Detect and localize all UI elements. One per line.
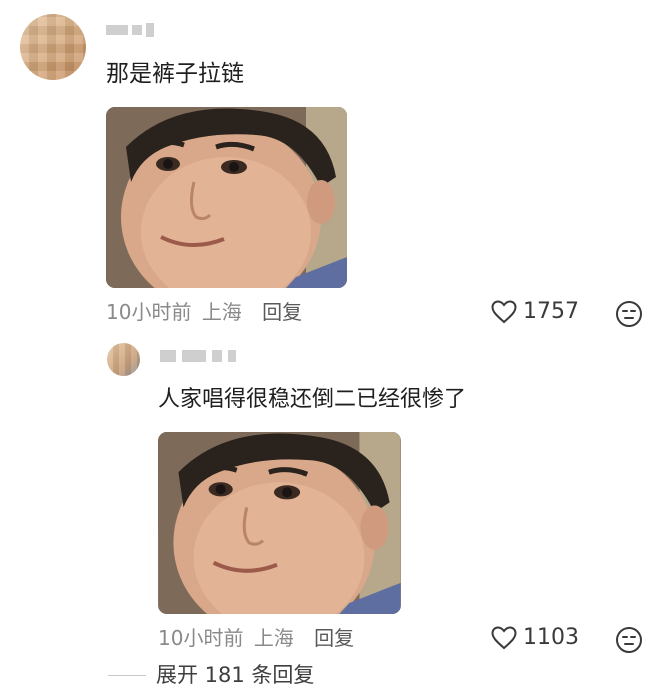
reply-text: 人家唱得很稳还倒二已经很惨了 [158, 387, 467, 412]
commenter-name-blurred[interactable] [106, 22, 154, 38]
comment-location: 上海 [201, 300, 242, 324]
meme-face-image[interactable] [106, 107, 347, 288]
emoji-face-icon [616, 301, 642, 327]
reply-location: 上海 [253, 626, 294, 650]
reply-button[interactable]: 回复 [314, 626, 354, 650]
reply-author-name-blurred[interactable] [160, 350, 236, 362]
emoji-reaction-icon[interactable] [615, 626, 643, 654]
emoji-reaction-icon[interactable] [615, 300, 643, 328]
expand-divider-line [108, 674, 146, 676]
reply-meta: 10小时前 上海 回复 [158, 625, 354, 651]
comment-time: 10小时前 [106, 300, 192, 324]
blurred-name-block [106, 25, 128, 35]
heart-icon [491, 625, 517, 649]
comment-meta: 10小时前 上海 回复 [106, 299, 302, 325]
commenter-avatar[interactable] [20, 14, 86, 80]
meme-face-image[interactable] [158, 432, 401, 614]
blurred-name-block [146, 23, 154, 37]
meme-face-image-drawing [158, 432, 401, 614]
blurred-name-block [132, 25, 142, 35]
meme-face-image-drawing [106, 107, 347, 288]
emoji-face-icon [616, 627, 642, 653]
expand-replies-label: 展开 181 条回复 [156, 663, 315, 687]
reply-time: 10小时前 [158, 626, 244, 650]
reply-button[interactable]: 回复 [262, 300, 302, 324]
expand-replies-button[interactable]: 展开 181 条回复 [108, 662, 314, 688]
reply-avatar[interactable] [107, 343, 140, 376]
comment-text: 那是裤子拉链 [106, 61, 244, 87]
like-button[interactable]: 1757 [491, 299, 579, 324]
like-count: 1757 [523, 299, 579, 324]
like-button[interactable]: 1103 [491, 625, 579, 650]
heart-icon [491, 299, 517, 323]
blurred-name-block [160, 350, 176, 362]
blurred-name-block [228, 350, 236, 362]
blurred-name-block [182, 350, 206, 362]
blurred-name-block [212, 350, 222, 362]
like-count: 1103 [523, 625, 579, 650]
